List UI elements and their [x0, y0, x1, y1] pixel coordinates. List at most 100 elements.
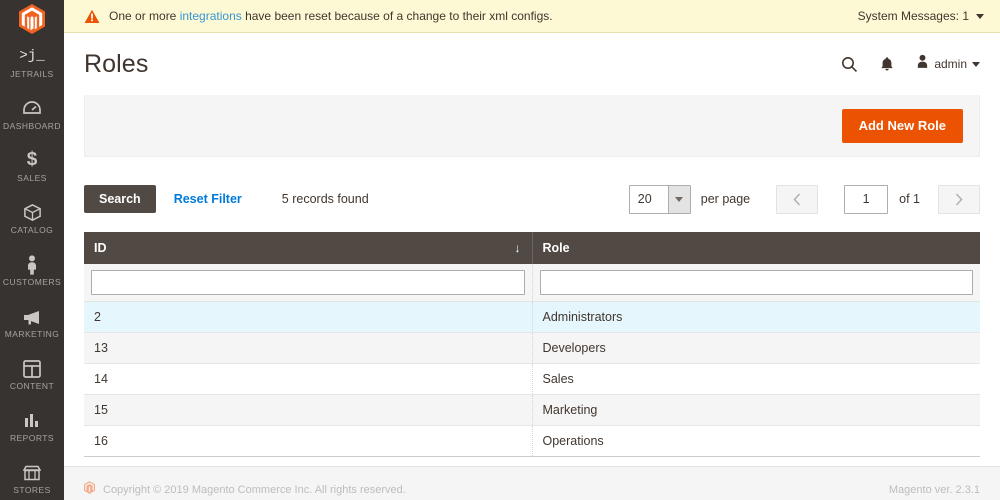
- user-name: admin: [934, 57, 967, 71]
- dollar-icon: $: [26, 149, 38, 170]
- magento-footer-logo-icon: [84, 481, 95, 499]
- table-row[interactable]: 16 Operations: [84, 425, 980, 457]
- sidebar-item-label: CONTENT: [9, 381, 55, 391]
- user-menu[interactable]: admin: [916, 54, 980, 74]
- total-pages-label: of 1: [899, 192, 920, 206]
- roles-grid: ID ↓ Role 2 Administrators 13 Developers…: [84, 232, 980, 457]
- filter-input-id[interactable]: [91, 270, 525, 295]
- chevron-right-icon: [955, 192, 963, 206]
- column-label: ID: [94, 241, 107, 255]
- table-row[interactable]: 15 Marketing: [84, 394, 980, 426]
- storefront-icon: [2, 461, 62, 483]
- system-messages-label: System Messages: 1: [857, 9, 969, 23]
- filter-input-role[interactable]: [539, 270, 973, 295]
- page-actions-panel: Add New Role: [84, 95, 980, 157]
- cell-role: Operations: [532, 425, 980, 457]
- sidebar-item-catalog[interactable]: CATALOG: [0, 192, 64, 244]
- current-page-input[interactable]: [844, 184, 889, 214]
- sidebar-item-label: CATALOG: [10, 225, 54, 235]
- per-page-select[interactable]: 20: [628, 184, 691, 214]
- magento-logo[interactable]: [0, 0, 64, 34]
- per-page-label: per page: [700, 192, 751, 206]
- table-row[interactable]: 13 Developers: [84, 332, 980, 364]
- footer-version: Magento ver. 2.3.1: [888, 484, 980, 496]
- cell-id: 2: [84, 301, 533, 333]
- message-text-before: One or more: [109, 9, 180, 23]
- sidebar-item-customers[interactable]: CUSTOMERS: [0, 244, 64, 296]
- cell-role: Developers: [532, 332, 980, 364]
- user-avatar-icon: [916, 54, 929, 74]
- system-message-bar: One or more integrations have been reset…: [64, 0, 1000, 33]
- add-new-role-button[interactable]: Add New Role: [841, 108, 963, 143]
- arrow-down-icon: ↓: [514, 241, 521, 255]
- cell-id: 15: [84, 394, 533, 426]
- magento-logo-icon: [19, 4, 45, 34]
- column-label: Role: [542, 241, 570, 255]
- sidebar-item-content[interactable]: CONTENT: [0, 348, 64, 400]
- reset-filter-link[interactable]: Reset Filter: [174, 192, 242, 206]
- records-found-label: 5 records found: [281, 192, 369, 206]
- pagination-controls: 20 per page of 1: [628, 184, 980, 214]
- table-row[interactable]: 2 Administrators: [84, 301, 980, 333]
- footer-inner: Copyright © 2019 Magento Commerce Inc. A…: [84, 480, 980, 500]
- sidebar-item-marketing[interactable]: MARKETING: [0, 296, 64, 348]
- bell-icon[interactable]: [880, 56, 894, 73]
- page-title: Roles: [84, 49, 149, 78]
- next-page-button[interactable]: [938, 184, 980, 214]
- sidebar-item-sales[interactable]: $ SALES: [0, 140, 64, 192]
- sidebar-item-reports[interactable]: REPORTS: [0, 400, 64, 452]
- cell-role: Marketing: [532, 394, 980, 426]
- cell-id: 14: [84, 363, 533, 395]
- header-tools: admin: [841, 54, 980, 74]
- bar-chart-icon: [2, 409, 62, 431]
- cell-id: 13: [84, 332, 533, 364]
- megaphone-icon: [2, 305, 62, 327]
- roles-table: ID ↓ Role 2 Administrators 13 Developers…: [84, 232, 980, 457]
- filter-cell-role: [532, 264, 980, 302]
- table-row[interactable]: 14 Sales: [84, 363, 980, 395]
- per-page-value: 20: [637, 192, 652, 206]
- admin-page: >j_ JETRAILS DASHBOARD $ SALES CATALOG C…: [0, 0, 1000, 500]
- sidebar-item-label: JETRAILS: [10, 69, 54, 79]
- sidebar-item-label: REPORTS: [9, 433, 55, 443]
- column-header-role[interactable]: Role: [532, 232, 980, 264]
- cell-role: Sales: [532, 363, 980, 395]
- chevron-down-icon: [972, 61, 980, 67]
- main-content: One or more integrations have been reset…: [64, 0, 1000, 500]
- cell-id: 16: [84, 425, 533, 457]
- sidebar-item-label: DASHBOARD: [3, 121, 61, 131]
- system-messages-toggle[interactable]: System Messages: 1: [858, 9, 984, 23]
- person-icon: [2, 253, 62, 275]
- jetrails-prompt-icon: >j_: [19, 48, 45, 64]
- system-message-text: One or more integrations have been reset…: [109, 9, 858, 23]
- sidebar-item-label: SALES: [17, 173, 47, 183]
- table-header-row: ID ↓ Role: [84, 232, 980, 264]
- integrations-link[interactable]: integrations: [180, 9, 242, 23]
- table-filter-row: [84, 264, 980, 302]
- cell-role: Administrators: [532, 301, 980, 333]
- search-button[interactable]: Search: [84, 185, 156, 213]
- sidebar-item-label: CUSTOMERS: [2, 277, 62, 287]
- filter-cell-id: [84, 264, 533, 302]
- page-footer: Copyright © 2019 Magento Commerce Inc. A…: [64, 466, 1000, 500]
- sidebar-item-label: STORES: [13, 485, 51, 495]
- message-text-after: have been reset because of a change to t…: [241, 9, 553, 23]
- sidebar-item-jetrails[interactable]: >j_ JETRAILS: [0, 36, 64, 88]
- chevron-left-icon: [793, 192, 801, 206]
- warning-triangle-icon: [84, 9, 100, 23]
- sidebar-item-dashboard[interactable]: DASHBOARD: [0, 88, 64, 140]
- chevron-down-icon: [667, 185, 690, 213]
- layout-icon: [2, 357, 62, 379]
- sidebar-item-label: MARKETING: [4, 329, 60, 339]
- page-header: Roles admin: [64, 33, 1000, 95]
- table-body: 2 Administrators 13 Developers 14 Sales …: [84, 301, 980, 457]
- search-icon[interactable]: [841, 56, 858, 73]
- sidebar: >j_ JETRAILS DASHBOARD $ SALES CATALOG C…: [0, 0, 64, 500]
- box-icon: [2, 201, 62, 223]
- column-header-id[interactable]: ID ↓: [84, 232, 533, 264]
- sidebar-item-stores[interactable]: STORES: [0, 452, 64, 500]
- grid-toolbar: Search Reset Filter 5 records found 20 p…: [84, 183, 980, 215]
- chevron-down-icon: [976, 13, 984, 19]
- previous-page-button[interactable]: [776, 184, 819, 214]
- footer-copyright: Copyright © 2019 Magento Commerce Inc. A…: [103, 484, 406, 496]
